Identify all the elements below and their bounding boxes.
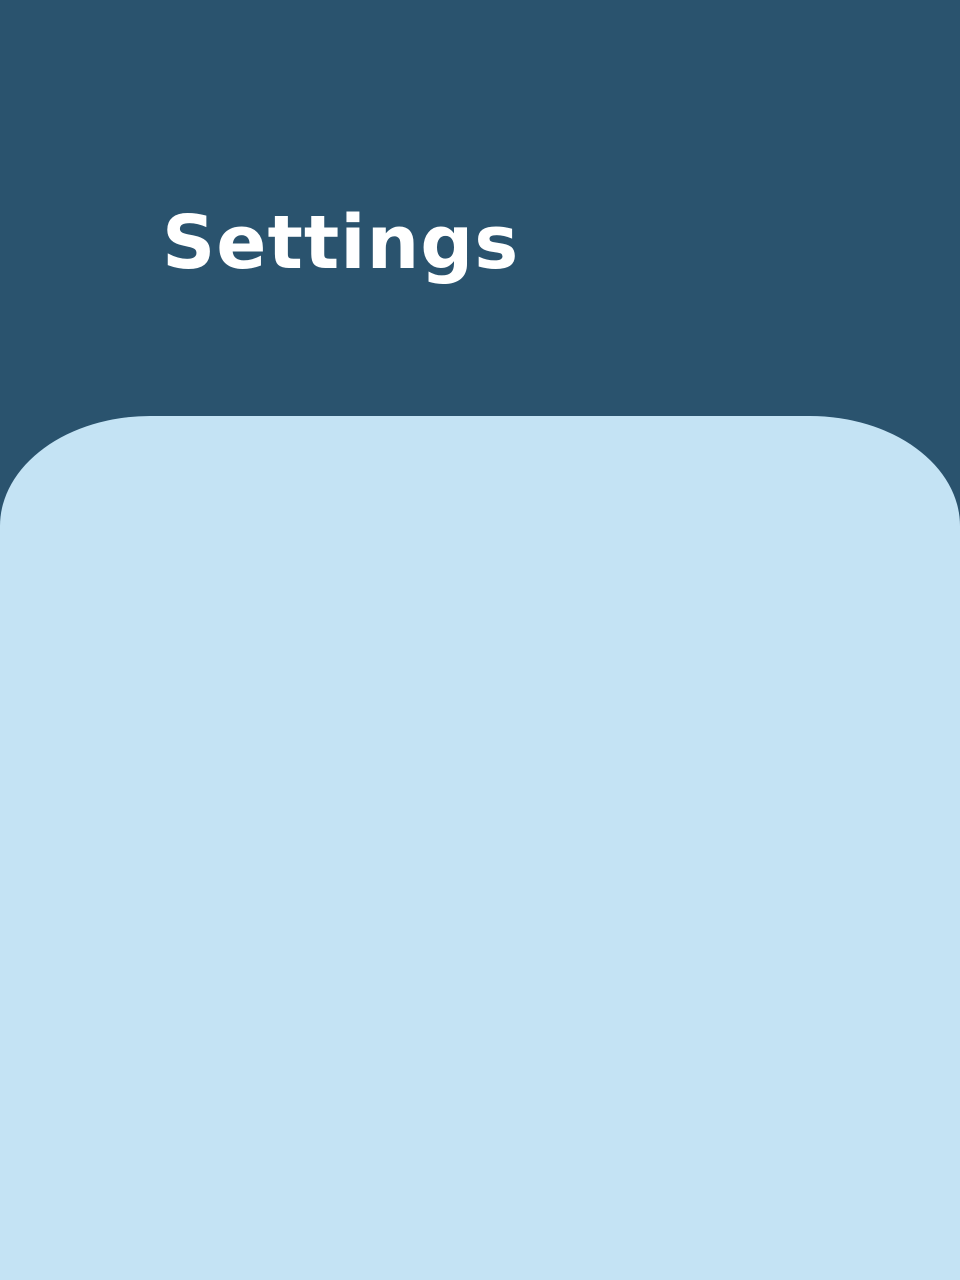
page-title: Settings — [162, 200, 520, 286]
header-bar: Settings — [0, 0, 960, 430]
settings-content-panel — [0, 416, 960, 1280]
